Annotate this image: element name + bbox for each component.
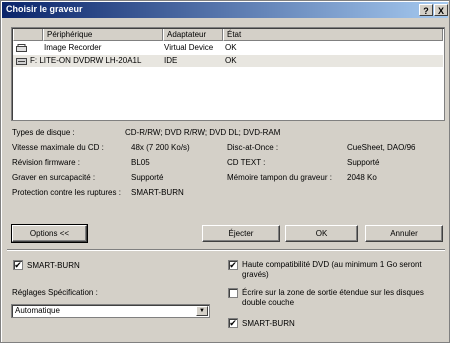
device-name: F: LITE-ON DVDRW LH-20A1L <box>30 56 142 65</box>
eject-button[interactable]: Éjecter <box>202 225 280 242</box>
dvd-compat-label-line1: Haute compatibilité DVD (au minimum 1 Go… <box>242 260 422 269</box>
smartburn-left-checkbox[interactable]: ✔ <box>13 260 23 270</box>
cdtext-value: Supporté <box>347 158 380 167</box>
device-row-liteon[interactable]: F: LITE-ON DVDRW LH-20A1L IDE OK <box>13 55 443 67</box>
firmware-value: BL05 <box>131 158 150 167</box>
dvd-compat-label-line2: gravés) <box>242 270 269 279</box>
window-title: Choisir le graveur <box>6 4 83 14</box>
extended-leadout-label-line1: Écrire sur la zone de sortie étendue sur… <box>242 288 424 297</box>
cancel-button[interactable]: Annuler <box>365 225 443 242</box>
dao-value: CueSheet, DAO/96 <box>347 143 416 152</box>
dao-label: Disc-at-Once : <box>227 143 279 152</box>
device-row-image-recorder[interactable]: Image Recorder Virtual Device OK <box>13 42 443 54</box>
disc-types-value: CD-R/RW; DVD R/RW; DVD DL; DVD-RAM <box>125 128 281 137</box>
title-bar: Choisir le graveur ? X <box>2 2 448 18</box>
disc-types-label: Types de disque : <box>12 128 75 137</box>
extended-leadout-checkbox[interactable] <box>228 288 238 298</box>
chevron-down-icon[interactable]: ▼ <box>196 306 208 316</box>
header-state[interactable]: État <box>223 29 443 41</box>
cdtext-label: CD TEXT : <box>227 158 266 167</box>
device-list[interactable]: Périphérique Adaptateur État Image Recor… <box>11 27 445 121</box>
overburn-label: Graver en surcapacité : <box>12 173 96 182</box>
firmware-label: Révision firmware : <box>12 158 81 167</box>
list-header: Périphérique Adaptateur État <box>13 29 443 41</box>
device-name: Image Recorder <box>44 43 102 52</box>
extended-leadout-label-line2: double couche <box>242 298 295 307</box>
smartburn-right-checkbox[interactable]: ✔ <box>228 318 238 328</box>
spec-select[interactable]: Automatique ▼ <box>11 304 210 318</box>
protection-label: Protection contre les ruptures : <box>12 188 121 197</box>
spec-select-value: Automatique <box>15 306 60 315</box>
close-button[interactable]: X <box>434 4 448 16</box>
header-icon-column[interactable] <box>13 29 43 41</box>
options-separator <box>7 249 445 251</box>
virtual-drive-icon <box>16 44 27 52</box>
overburn-value: Supporté <box>131 173 164 182</box>
options-button[interactable]: Options << <box>11 224 88 243</box>
burner-dialog: Choisir le graveur ? X Périphérique Adap… <box>0 0 450 343</box>
ok-button[interactable]: OK <box>285 225 358 242</box>
header-adapter[interactable]: Adaptateur <box>163 29 223 41</box>
smartburn-right-label: SMART-BURN <box>242 319 295 328</box>
device-state: OK <box>225 43 237 52</box>
spec-label: Réglages Spécification : <box>12 288 98 297</box>
dvd-drive-icon <box>16 58 27 65</box>
header-peripheral[interactable]: Périphérique <box>43 29 163 41</box>
protection-value: SMART-BURN <box>131 188 184 197</box>
buffer-value: 2048 Ko <box>347 173 377 182</box>
device-adapter: Virtual Device <box>164 43 214 52</box>
help-button[interactable]: ? <box>419 4 433 16</box>
smartburn-left-label: SMART-BURN <box>27 261 80 270</box>
buffer-label: Mémoire tampon du graveur : <box>227 173 332 182</box>
max-speed-label: Vitesse maximale du CD : <box>12 143 104 152</box>
dvd-compat-checkbox[interactable]: ✔ <box>228 260 238 270</box>
device-state: OK <box>225 56 237 65</box>
max-speed-value: 48x (7 200 Ko/s) <box>131 143 190 152</box>
device-adapter: IDE <box>164 56 178 65</box>
